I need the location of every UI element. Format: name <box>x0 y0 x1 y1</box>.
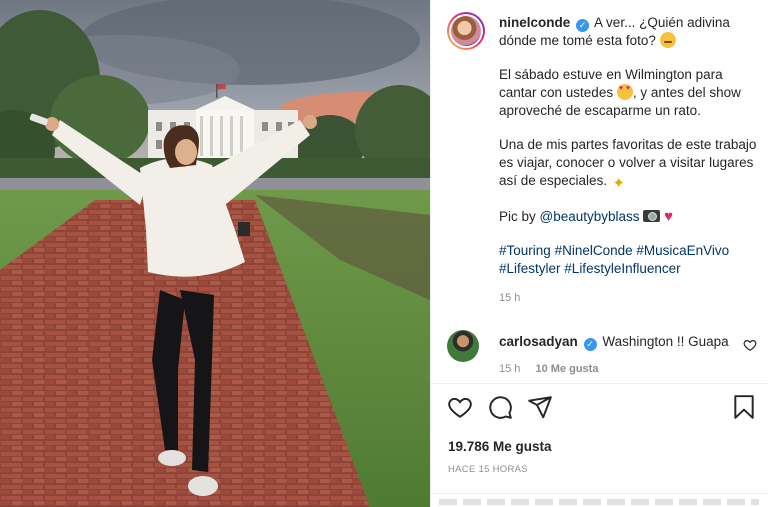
likes-count[interactable]: 19.786 Me gusta <box>448 439 552 454</box>
author-avatar[interactable] <box>447 12 485 50</box>
bookmark-icon <box>734 395 754 419</box>
comment-text: Washington !! Guapa <box>602 334 729 349</box>
commenter-username[interactable]: carlosadyan <box>499 334 578 349</box>
caption-timestamp[interactable]: 15 h <box>499 292 520 304</box>
caption-paragraph-3: Una de mis partes favoritas de este trab… <box>499 137 757 188</box>
hashtag-link[interactable]: #LifestyleInfluencer <box>564 261 680 276</box>
comment-time[interactable]: 15 h <box>499 363 520 375</box>
save-button[interactable] <box>731 394 759 422</box>
post-photo[interactable] <box>0 0 430 507</box>
grimacing-face-emoji-icon <box>659 32 676 48</box>
red-heart-emoji-icon: ♥ <box>664 208 673 225</box>
post-photo-illustration <box>0 0 430 507</box>
like-button[interactable] <box>447 394 475 422</box>
verified-badge-icon: ✓ <box>576 19 590 32</box>
hashtag-link[interactable]: #Lifestyler <box>499 261 561 276</box>
post-caption: ninelconde ✓ A ver... ¿Quién adivina dón… <box>499 14 757 294</box>
comment-button[interactable] <box>487 394 515 422</box>
hashtag-link[interactable]: #MusicaEnVivo <box>636 243 729 258</box>
add-comment-area[interactable] <box>431 493 768 507</box>
pic-by-label: Pic by <box>499 209 536 224</box>
post-actions <box>431 394 768 424</box>
comment-text-row: carlosadyan ✓ Washington !! Guapa <box>499 333 729 351</box>
hashtag-link[interactable]: #Touring <box>499 243 551 258</box>
heart-icon <box>448 397 472 418</box>
commenter-avatar[interactable] <box>447 330 479 362</box>
comment-likes-count[interactable]: 10 Me gusta <box>535 363 598 375</box>
post-side-panel: ninelconde ✓ A ver... ¿Quién adivina dón… <box>430 0 768 507</box>
comment-icon <box>489 396 512 419</box>
photographer-mention-link[interactable]: @beautybyblass <box>540 209 640 224</box>
author-username[interactable]: ninelconde <box>499 15 570 30</box>
comment-like-heart-icon[interactable] <box>743 338 757 352</box>
hashtag-link[interactable]: #NinelConde <box>555 243 633 258</box>
divider <box>431 383 768 384</box>
paper-plane-icon <box>528 396 552 419</box>
sparkles-emoji-icon: ✦ <box>612 175 626 192</box>
smiling-face-with-hearts-emoji-icon <box>616 84 633 100</box>
comment-meta: 15 h 10 Me gusta <box>499 363 598 375</box>
posted-time[interactable]: HACE 15 HORAS <box>448 464 528 475</box>
verified-badge-icon: ✓ <box>583 338 597 351</box>
camera-emoji-icon <box>643 210 661 222</box>
hashtags: #Touring #NinelConde #MusicaEnVivo #Life… <box>499 242 757 278</box>
share-button[interactable] <box>527 394 555 422</box>
